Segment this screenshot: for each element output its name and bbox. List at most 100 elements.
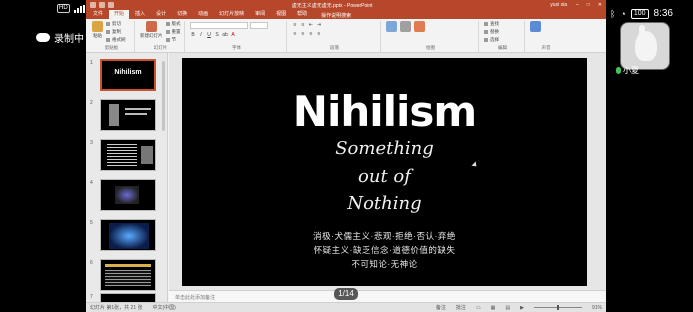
window-controls: – □ ✕ <box>576 2 602 8</box>
justify-button[interactable]: ≡ <box>316 31 322 37</box>
underline-button[interactable]: U <box>206 32 212 38</box>
slide-thumbnail-1[interactable]: Nihilism <box>100 59 156 91</box>
title-bar: 虚无主义虚无虚无.pptx - PowerPoint yuxi xia – □ … <box>86 0 606 10</box>
zoom-slider[interactable] <box>533 305 582 310</box>
redo-icon[interactable] <box>108 2 114 8</box>
language-indicator[interactable]: 中文(中国) <box>153 304 176 311</box>
save-icon[interactable] <box>90 2 96 8</box>
reset-button[interactable]: 重置 <box>166 29 181 35</box>
recording-indicator[interactable]: 录制中 <box>36 30 84 45</box>
group-label: 绘图 <box>426 45 435 50</box>
participant-label: 小夏 <box>616 65 639 76</box>
bluetooth-icon: ᛒ <box>610 8 616 19</box>
format-painter-button[interactable]: 格式刷 <box>106 37 126 43</box>
dictate-button[interactable] <box>530 21 541 32</box>
tab-insert[interactable]: 插入 <box>130 10 150 19</box>
find-button[interactable]: 查找 <box>484 21 499 27</box>
align-left-button[interactable]: ≡ <box>292 31 298 37</box>
signal-icon <box>73 4 85 13</box>
numbering-button[interactable]: ≡ <box>300 22 306 28</box>
close-icon[interactable]: ✕ <box>598 2 602 8</box>
battery-icon: 100 <box>630 8 649 19</box>
slide-thumbnail-5[interactable] <box>100 219 156 251</box>
arrange-button[interactable] <box>400 21 411 32</box>
bullets-button[interactable]: ≡ <box>292 22 298 28</box>
maximize-icon[interactable]: □ <box>587 2 590 8</box>
slide-thumbnail-3[interactable] <box>100 139 156 171</box>
status-bar: 幻灯片 第1张，共 21 张 中文(中国) 备注 批注 ▭ ▦ ▤ ▶ 91% <box>86 302 606 312</box>
tab-animations[interactable]: 动画 <box>193 10 213 19</box>
thumbnail-text-line <box>125 108 151 110</box>
comments-toggle[interactable]: 批注 <box>456 304 466 311</box>
slides-actions: 版式 重置 节 <box>166 21 181 43</box>
notes-toggle[interactable]: 备注 <box>436 304 446 311</box>
paste-button[interactable]: 粘贴 <box>92 21 103 39</box>
thumbnail-image <box>109 223 149 249</box>
font-color-button[interactable]: A <box>230 32 236 38</box>
replace-button[interactable]: 替换 <box>484 29 499 35</box>
ribbon-tabs: 文件 开始 插入 设计 切换 动画 幻灯片放映 审阅 视图 帮助 操作说明搜索 <box>86 10 606 19</box>
tell-me-search[interactable]: 操作说明搜索 <box>321 12 351 19</box>
reading-view-icon[interactable]: ▤ <box>505 305 510 311</box>
slide-count: 幻灯片 第1张，共 21 张 <box>90 305 143 311</box>
group-label: 幻灯片 <box>153 45 168 50</box>
panel-scrollbar[interactable] <box>162 61 165 131</box>
outdent-button[interactable]: ⇥ <box>316 22 322 28</box>
slide-subtitle-line: Nothing <box>347 193 422 214</box>
align-center-button[interactable]: ≡ <box>300 31 306 37</box>
quick-styles-icon <box>414 21 425 32</box>
strikethrough-button[interactable]: S <box>214 32 220 38</box>
tab-transitions[interactable]: 切换 <box>172 10 192 19</box>
tab-help[interactable]: 帮助 <box>292 10 312 19</box>
quick-styles-button[interactable] <box>414 21 425 32</box>
thumbnail-number: 3 <box>90 140 93 146</box>
wifi-icon: ◔ <box>620 8 626 19</box>
zoom-level[interactable]: 91% <box>592 305 602 311</box>
thumbnail-number: 5 <box>90 220 93 226</box>
group-label: 剪贴板 <box>104 45 119 50</box>
font-size-input[interactable] <box>250 22 268 29</box>
arrange-icon <box>400 21 411 32</box>
quick-access-toolbar <box>90 2 114 8</box>
recording-label: 录制中 <box>54 34 84 45</box>
font-name-input[interactable] <box>190 22 248 29</box>
select-button[interactable]: 选择 <box>484 37 499 43</box>
indent-button[interactable]: ⇤ <box>308 22 314 28</box>
tab-home[interactable]: 开始 <box>109 10 130 19</box>
shapes-button[interactable] <box>386 21 397 32</box>
slideshow-view-icon[interactable]: ▶ <box>520 305 524 311</box>
shadow-button[interactable]: ab <box>222 32 228 38</box>
notes-pane[interactable]: 单击此处添加备注 <box>169 290 606 302</box>
new-slide-button[interactable]: 新建幻灯片 <box>140 21 163 39</box>
paragraph-controls: ≡ ≡ ⇤ ⇥ ≡ ≡ ≡ ≡ <box>292 21 322 37</box>
slide-keyword-line: 不可知论·无神论 <box>351 259 418 269</box>
thumbnail-image <box>115 186 139 204</box>
shapes-icon <box>386 21 397 32</box>
copy-button[interactable]: 复制 <box>106 29 126 35</box>
current-slide[interactable]: Nihilism Something out of Nothing 消极·犬儒主… <box>182 58 587 286</box>
section-button[interactable]: 节 <box>166 37 181 43</box>
sorter-view-icon[interactable]: ▦ <box>491 305 496 311</box>
tab-view[interactable]: 视图 <box>271 10 291 19</box>
tab-review[interactable]: 审阅 <box>250 10 270 19</box>
tab-slideshow[interactable]: 幻灯片放映 <box>214 10 249 19</box>
participant-name: 小夏 <box>623 66 639 75</box>
minimize-icon[interactable]: – <box>576 2 579 8</box>
clipboard-actions: 剪切 复制 格式刷 <box>106 21 126 43</box>
cut-button[interactable]: 剪切 <box>106 21 126 27</box>
slide-thumbnail-4[interactable] <box>100 179 156 211</box>
normal-view-icon[interactable]: ▭ <box>476 305 481 311</box>
bold-button[interactable]: B <box>190 32 196 38</box>
slide-thumbnail-6[interactable] <box>100 259 156 291</box>
thumbnail-image <box>141 146 153 164</box>
slide-thumbnail-2[interactable] <box>100 99 156 131</box>
italic-button[interactable]: I <box>198 32 204 38</box>
undo-icon[interactable] <box>99 2 105 8</box>
layout-button[interactable]: 版式 <box>166 21 181 27</box>
tab-file[interactable]: 文件 <box>88 10 108 19</box>
participant-video[interactable] <box>620 22 670 70</box>
align-right-button[interactable]: ≡ <box>308 31 314 37</box>
user-name[interactable]: yuxi xia <box>550 2 567 8</box>
new-slide-icon <box>145 21 157 32</box>
tab-design[interactable]: 设计 <box>151 10 171 19</box>
